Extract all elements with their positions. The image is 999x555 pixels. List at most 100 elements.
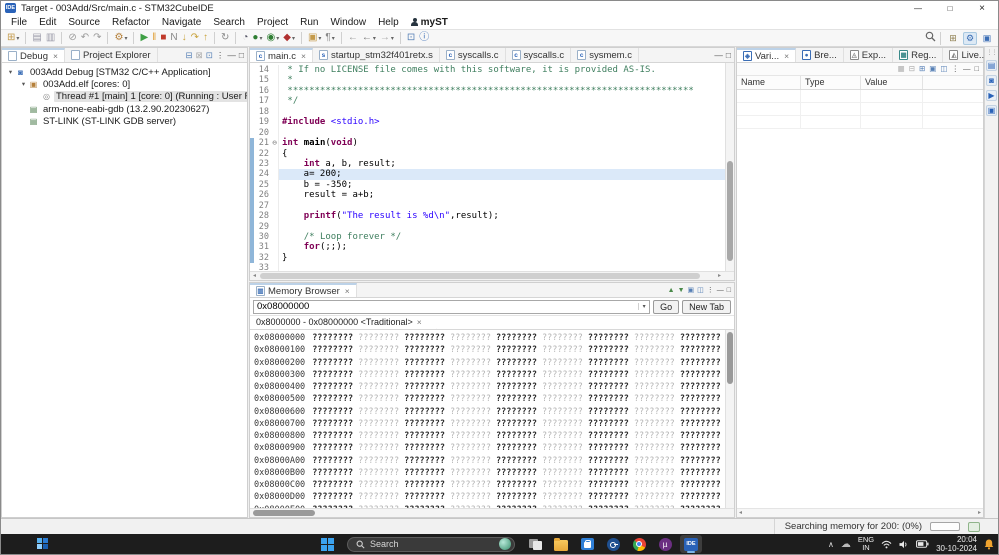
debug-perspective-icon[interactable]: ⚙ xyxy=(963,32,977,45)
onedrive-cloud-icon[interactable]: ☁ xyxy=(841,539,851,550)
minimize-icon[interactable]: — xyxy=(714,51,723,60)
menu-item-edit[interactable]: Edit xyxy=(33,17,62,28)
battery-icon[interactable] xyxy=(916,540,929,548)
column-header-name[interactable]: Name xyxy=(737,76,801,89)
taskbar-search[interactable]: Search xyxy=(347,537,515,552)
tree-expand-icon[interactable]: ▾ xyxy=(6,68,15,76)
view-menu-icon[interactable]: ⋮ xyxy=(951,65,959,73)
background-operations-icon[interactable] xyxy=(968,522,980,532)
debug-tree-row[interactable]: ▤ST-LINK (ST-LINK GDB server) xyxy=(2,115,247,127)
dropdown-arrow-icon[interactable]: ▾ xyxy=(259,35,262,42)
pin-editor-icon[interactable]: ⊡ xyxy=(406,30,416,46)
menu-item-window[interactable]: Window xyxy=(324,17,372,28)
dropdown-arrow-icon[interactable]: ▾ xyxy=(292,35,295,42)
strip-drag-handle-icon[interactable]: ⋮⋮ xyxy=(987,49,997,56)
view-tab-exp-[interactable]: ◬Exp... xyxy=(844,48,893,62)
memory-vertical-scrollbar[interactable] xyxy=(725,330,734,508)
scroll-left-icon[interactable]: ◂ xyxy=(250,272,259,280)
maximize-icon[interactable]: □ xyxy=(726,51,731,60)
view-menu-icon[interactable]: ⋮ xyxy=(216,51,225,60)
last-edit-icon[interactable]: ← xyxy=(347,30,359,46)
tab-debug[interactable]: Debug× xyxy=(2,48,65,62)
terminate-icon[interactable]: ■ xyxy=(159,30,167,46)
step-return-icon[interactable]: ↑ xyxy=(202,30,209,46)
security-key-icon[interactable] xyxy=(602,535,624,553)
step-into-icon[interactable]: ↓ xyxy=(181,30,188,46)
taskview-icon[interactable] xyxy=(524,535,546,553)
memory-grid[interactable]: 0x08000000??????????????????????????????… xyxy=(250,330,725,508)
debug-tree-row[interactable]: ▤arm-none-eabi-gdb (13.2.90.20230627) xyxy=(2,103,247,115)
editor-tab-syscalls-c[interactable]: csyscalls.c xyxy=(440,48,506,62)
tab-close-icon[interactable]: × xyxy=(301,51,306,61)
menu-item-help[interactable]: Help xyxy=(372,17,405,28)
minimize-icon[interactable]: — xyxy=(963,65,971,73)
restore-play-view-icon[interactable]: ▶ xyxy=(986,90,997,101)
menu-item-navigate[interactable]: Navigate xyxy=(156,17,207,28)
dropdown-arrow-icon[interactable]: ▾ xyxy=(124,35,127,42)
volume-icon[interactable] xyxy=(899,540,909,549)
editor-horizontal-scrollbar[interactable]: ◂ ▸ xyxy=(250,271,734,280)
code-editor[interactable]: 14 * If no LICENSE file comes with this … xyxy=(250,63,725,271)
tray-chevron-icon[interactable]: ∧ xyxy=(828,540,834,549)
fold-collapse-icon[interactable]: ⊖ xyxy=(271,138,279,148)
window-maximize-button[interactable]: □ xyxy=(934,1,966,15)
chrome-icon[interactable] xyxy=(628,535,650,553)
memory-region-tab[interactable]: 0x8000000 - 0x08000000 <Traditional> × xyxy=(250,316,437,329)
menu-item-search[interactable]: Search xyxy=(207,17,251,28)
language-indicator[interactable]: ENG IN xyxy=(858,536,874,552)
variables-horizontal-scrollbar[interactable]: ◂ ▸ xyxy=(737,508,983,517)
maximize-icon[interactable]: □ xyxy=(974,65,979,73)
debug-tree-row[interactable]: ▾▣003Add.elf [cores: 0] xyxy=(2,78,247,90)
editor-tab-syscalls-c[interactable]: csyscalls.c xyxy=(506,48,572,62)
collapse-all-icon[interactable]: ⊟ xyxy=(909,65,915,73)
column-header-type[interactable]: Type xyxy=(801,76,861,89)
view-tab-vari-[interactable]: ◈Vari...× xyxy=(737,48,796,62)
editor-vertical-scrollbar[interactable] xyxy=(725,63,734,271)
minimize-icon[interactable]: — xyxy=(227,51,236,60)
clock[interactable]: 20:04 30-10-2024 xyxy=(936,535,977,553)
forward-icon[interactable]: →▾ xyxy=(379,30,395,46)
add-expression-icon[interactable]: ⊞ xyxy=(919,65,925,73)
open-element-icon[interactable]: ▣▾ xyxy=(307,30,322,46)
maximize-icon[interactable]: □ xyxy=(239,51,244,60)
new-tab-button[interactable]: New Tab xyxy=(682,300,731,314)
dropdown-arrow-icon[interactable]: ▾ xyxy=(318,35,321,42)
external-tools-icon[interactable]: ◆▾ xyxy=(282,30,296,46)
tab-close-icon[interactable]: × xyxy=(345,286,350,296)
memory-region-tab-close-icon[interactable]: × xyxy=(417,317,422,327)
save-all-icon[interactable]: ▥ xyxy=(45,30,56,46)
dropdown-arrow-icon[interactable]: ▾ xyxy=(276,35,279,42)
debug-icon[interactable]: ●▾ xyxy=(251,30,263,46)
tab-project-explorer[interactable]: Project Explorer xyxy=(65,48,158,62)
show-columns-icon[interactable]: ▦ xyxy=(898,65,905,73)
editor-tab-main-c[interactable]: cmain.c× xyxy=(250,48,313,62)
editor-tab-startup-stm32f401retx-s[interactable]: sstartup_stm32f401retx.s xyxy=(313,48,440,62)
build-icon[interactable]: ⚙▾ xyxy=(113,30,128,46)
tree-expand-icon[interactable]: ▾ xyxy=(19,80,28,88)
new-wizard-icon[interactable]: ⊞▾ xyxy=(6,30,20,46)
memory-browser-tab[interactable]: ▥Memory Browser× xyxy=(250,283,357,297)
save-icon[interactable]: ▤ xyxy=(31,30,42,46)
editor-tab-sysmem-c[interactable]: csysmem.c xyxy=(571,48,639,62)
scroll-left-icon[interactable]: ◂ xyxy=(739,509,742,516)
window-close-button[interactable]: × xyxy=(966,1,998,15)
maximize-icon[interactable]: □ xyxy=(727,287,731,294)
back-icon[interactable]: ←▾ xyxy=(361,30,377,46)
new-view-icon[interactable]: ▣ xyxy=(929,65,936,73)
cpp-perspective-icon[interactable]: ▣ xyxy=(980,32,994,45)
dropdown-arrow-icon[interactable]: ▾ xyxy=(332,35,335,42)
explorer-icon[interactable] xyxy=(550,535,572,553)
window-minimize-button[interactable]: — xyxy=(902,1,934,15)
debug-tree-row[interactable]: ▾◙003Add Debug [STM32 C/C++ Application] xyxy=(2,66,247,78)
menu-item-refactor[interactable]: Refactor xyxy=(106,17,156,28)
variables-table[interactable]: NameTypeValue xyxy=(737,76,983,508)
minimize-icon[interactable]: — xyxy=(717,287,724,294)
go-button[interactable]: Go xyxy=(653,300,679,314)
widgets-icon[interactable] xyxy=(37,538,49,550)
skip-breakpoints-icon[interactable]: ⊘ xyxy=(67,30,77,46)
tab-close-icon[interactable]: × xyxy=(53,51,58,61)
menu-item-project[interactable]: Project xyxy=(251,17,294,28)
split-view-icon[interactable]: ◫ xyxy=(697,287,704,294)
myst-user-menu[interactable]: myST xyxy=(405,17,454,28)
export-memory-icon[interactable]: ▲ xyxy=(668,287,675,294)
